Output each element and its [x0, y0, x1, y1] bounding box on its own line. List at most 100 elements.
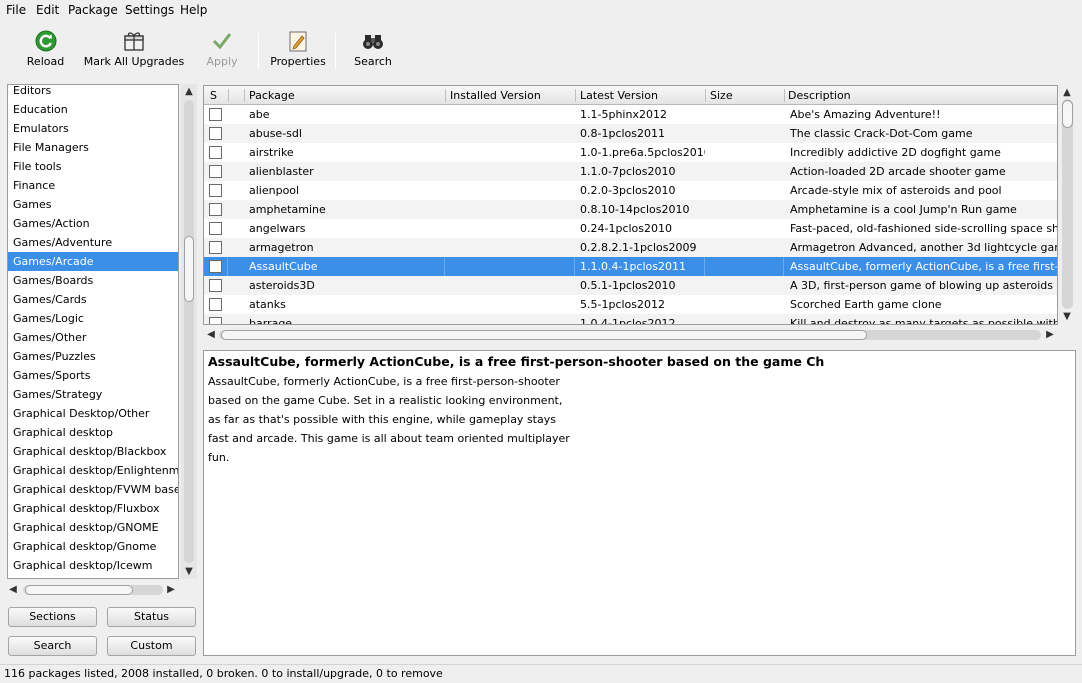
- row-checkbox[interactable]: [209, 165, 222, 178]
- scroll-up-arrow-icon[interactable]: ▲: [1061, 87, 1073, 99]
- row-checkbox[interactable]: [209, 127, 222, 140]
- table-row[interactable]: asteroids3D 0.5.1-1pclos2010 A 3D, first-p…: [204, 276, 1057, 295]
- scroll-down-arrow-icon[interactable]: ▼: [1061, 311, 1073, 323]
- table-row[interactable]: angelwars 0.24-1pclos2010 Fast-paced, old-…: [204, 219, 1057, 238]
- package-table-hscrollbar[interactable]: ◀ ▶: [203, 327, 1058, 343]
- column-header-size[interactable]: Size: [706, 86, 784, 105]
- scroll-left-arrow-icon[interactable]: ◀: [7, 584, 19, 596]
- table-row[interactable]: amphetamine 0.8.10-14pclos2010 Amphetamine…: [204, 200, 1057, 219]
- mark-all-upgrades-button[interactable]: Mark All Upgrades: [82, 21, 186, 77]
- section-item[interactable]: Education: [8, 100, 178, 119]
- table-row[interactable]: abuse-sdl 0.8-1pclos2011 The classic Crack…: [204, 124, 1057, 143]
- table-row[interactable]: abe 1.1-5phinx2012 Abe's Amazing Adventure…: [204, 105, 1057, 124]
- section-item[interactable]: File tools: [8, 157, 178, 176]
- package-table[interactable]: S Package Installed Version Latest Versi…: [203, 85, 1058, 325]
- description-pane[interactable]: AssaultCube, formerly ActionCube, is a f…: [203, 350, 1076, 656]
- column-header-latest-version[interactable]: Latest Version: [576, 86, 704, 105]
- section-item[interactable]: Graphical desktop/Icewm: [8, 556, 178, 575]
- row-checkbox[interactable]: [209, 279, 222, 292]
- table-row[interactable]: alienpool 0.2.0-3pclos2010 Arcade-style mi…: [204, 181, 1057, 200]
- section-item[interactable]: Games/Strategy: [8, 385, 178, 404]
- section-list-hscrollbar[interactable]: ◀ ▶: [7, 582, 179, 598]
- row-checkbox[interactable]: [209, 146, 222, 159]
- scroll-thumb[interactable]: [25, 585, 133, 595]
- section-item[interactable]: Finance: [8, 176, 178, 195]
- apply-button[interactable]: Apply: [200, 21, 244, 77]
- section-item[interactable]: Graphical desktop/Enlightenm: [8, 461, 178, 480]
- section-item[interactable]: Graphical desktop/Blackbox: [8, 442, 178, 461]
- scroll-thumb[interactable]: [221, 330, 867, 340]
- row-checkbox[interactable]: [209, 222, 222, 235]
- section-item[interactable]: Games/Sports: [8, 366, 178, 385]
- section-item[interactable]: Graphical desktop/Fluxbox: [8, 499, 178, 518]
- section-item[interactable]: Graphical desktop/Gnome: [8, 537, 178, 556]
- row-checkbox[interactable]: [209, 317, 222, 324]
- table-row[interactable]: barrage 1.0.4-1pclos2012 Kill and destroy …: [204, 314, 1057, 324]
- menu-settings[interactable]: Settings: [125, 3, 174, 17]
- cell-latest: 0.2.0-3pclos2010: [580, 184, 676, 197]
- cell-package: armagetron: [249, 241, 314, 254]
- section-item[interactable]: Graphical desktop/GNOME: [8, 518, 178, 537]
- scroll-right-arrow-icon[interactable]: ▶: [165, 584, 177, 596]
- scroll-right-arrow-icon[interactable]: ▶: [1044, 329, 1056, 341]
- scroll-up-arrow-icon[interactable]: ▲: [183, 86, 195, 98]
- gift-icon: [124, 32, 144, 51]
- scroll-down-arrow-icon[interactable]: ▼: [183, 566, 195, 578]
- custom-button[interactable]: Custom: [107, 636, 196, 656]
- column-header-package[interactable]: Package: [245, 86, 443, 105]
- row-checkbox[interactable]: [209, 241, 222, 254]
- package-table-vscrollbar[interactable]: ▲ ▼: [1059, 85, 1076, 325]
- status-button[interactable]: Status: [107, 607, 196, 627]
- section-item[interactable]: Graphical desktop: [8, 423, 178, 442]
- section-item[interactable]: Graphical Desktop/Other: [8, 404, 178, 423]
- table-row[interactable]: AssaultCube 1.1.0.4-1pclos2011 AssaultCube…: [204, 257, 1057, 276]
- table-row[interactable]: alienblaster 1.1.0-7pclos2010 Action-loade…: [204, 162, 1057, 181]
- section-list[interactable]: Editors Education Emulators File Managers Fi…: [7, 84, 179, 579]
- section-item[interactable]: Games/Puzzles: [8, 347, 178, 366]
- section-item[interactable]: Editors: [8, 85, 178, 100]
- section-item[interactable]: Games/Arcade: [8, 252, 178, 271]
- row-checkbox[interactable]: [209, 184, 222, 197]
- binoculars-icon: [363, 35, 383, 49]
- section-item[interactable]: Games/Action: [8, 214, 178, 233]
- row-checkbox[interactable]: [209, 203, 222, 216]
- scroll-track[interactable]: [184, 100, 194, 563]
- section-item[interactable]: Games: [8, 195, 178, 214]
- section-item[interactable]: Graphical desktop/FVWM base: [8, 480, 178, 499]
- search-filter-button[interactable]: Search: [8, 636, 97, 656]
- section-item[interactable]: Games/Logic: [8, 309, 178, 328]
- reload-button[interactable]: Reload: [18, 21, 73, 77]
- cell-package: alienblaster: [249, 165, 314, 178]
- section-item[interactable]: Emulators: [8, 119, 178, 138]
- column-header-installed-version[interactable]: Installed Version: [446, 86, 574, 105]
- scroll-thumb[interactable]: [184, 236, 194, 302]
- column-header-status[interactable]: S: [206, 86, 226, 105]
- sections-button[interactable]: Sections: [8, 607, 97, 627]
- description-line: fun.: [208, 451, 230, 464]
- menu-help[interactable]: Help: [180, 3, 207, 17]
- cell-installed: [446, 219, 575, 238]
- row-checkbox[interactable]: [209, 108, 222, 121]
- properties-button[interactable]: Properties: [268, 21, 328, 77]
- cell-package: amphetamine: [249, 203, 326, 216]
- row-checkbox[interactable]: [209, 298, 222, 311]
- section-item[interactable]: Games/Other: [8, 328, 178, 347]
- section-item[interactable]: File Managers: [8, 138, 178, 157]
- section-item[interactable]: Games/Boards: [8, 271, 178, 290]
- cell-description: Arcade-style mix of asteroids and pool: [790, 184, 1002, 197]
- section-item[interactable]: Games/Cards: [8, 290, 178, 309]
- menu-edit[interactable]: Edit: [36, 3, 59, 17]
- table-row[interactable]: armagetron 0.2.8.2.1-1pclos2009 Armagetron…: [204, 238, 1057, 257]
- table-row[interactable]: atanks 5.5-1pclos2012 Scorched Earth game …: [204, 295, 1057, 314]
- cell-size: [706, 105, 784, 124]
- scroll-track[interactable]: [1062, 99, 1073, 309]
- scroll-thumb[interactable]: [1062, 100, 1073, 128]
- search-button[interactable]: Search: [350, 21, 396, 77]
- scroll-left-arrow-icon[interactable]: ◀: [205, 329, 217, 341]
- menu-file[interactable]: File: [6, 3, 26, 17]
- section-item[interactable]: Games/Adventure: [8, 233, 178, 252]
- section-list-vscrollbar[interactable]: ▲ ▼: [181, 84, 197, 579]
- table-row[interactable]: airstrike 1.0-1.pre6a.5pclos2010 Incredibl…: [204, 143, 1057, 162]
- menu-package[interactable]: Package: [68, 3, 118, 17]
- column-header-description[interactable]: Description: [784, 86, 1054, 105]
